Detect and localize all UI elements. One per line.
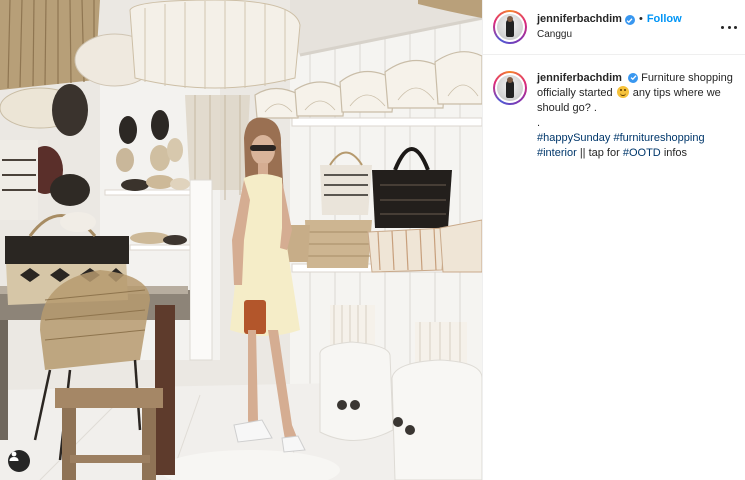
caption-dot-line: .	[537, 117, 541, 129]
store-interior-photo	[0, 0, 482, 480]
hashtag-happysunday[interactable]: #happySunday	[537, 132, 610, 144]
location-link[interactable]: Canggu	[537, 29, 682, 41]
post-side-panel: jenniferbachdim • Follow Canggu jennifer…	[482, 0, 745, 480]
caption-text-part3: || tap for	[579, 147, 620, 159]
profile-picture	[497, 14, 523, 40]
user-tag-icon	[9, 451, 19, 461]
smiling-face-emoji-icon	[616, 86, 629, 98]
separator-dot: •	[638, 13, 643, 26]
profile-picture	[497, 75, 523, 101]
caption-username-link[interactable]: jenniferbachdim	[537, 72, 622, 84]
hashtag-furnitureshopping[interactable]: #furnitureshopping	[613, 132, 704, 144]
avatar[interactable]	[493, 10, 527, 44]
caption-comment: jenniferbachdim Furniture shopping offic…	[483, 55, 745, 161]
hashtag-ootd[interactable]: #OOTD	[623, 147, 661, 159]
caption-text-part4: infos	[663, 147, 688, 159]
follow-button[interactable]: Follow	[647, 13, 682, 26]
more-options-icon[interactable]	[721, 20, 737, 34]
post-username-link[interactable]: jenniferbachdim	[537, 13, 622, 26]
verified-badge-icon	[628, 72, 639, 83]
user-tag-button[interactable]	[8, 450, 30, 472]
hashtag-interior[interactable]: #interior	[537, 147, 577, 159]
post-header: jenniferbachdim • Follow Canggu	[483, 0, 745, 55]
header-text: jenniferbachdim • Follow Canggu	[537, 13, 682, 40]
caption-avatar[interactable]	[493, 71, 527, 105]
verified-badge-icon	[624, 15, 635, 25]
post-photo[interactable]	[0, 0, 482, 480]
caption-text: jenniferbachdim Furniture shopping offic…	[537, 71, 733, 161]
